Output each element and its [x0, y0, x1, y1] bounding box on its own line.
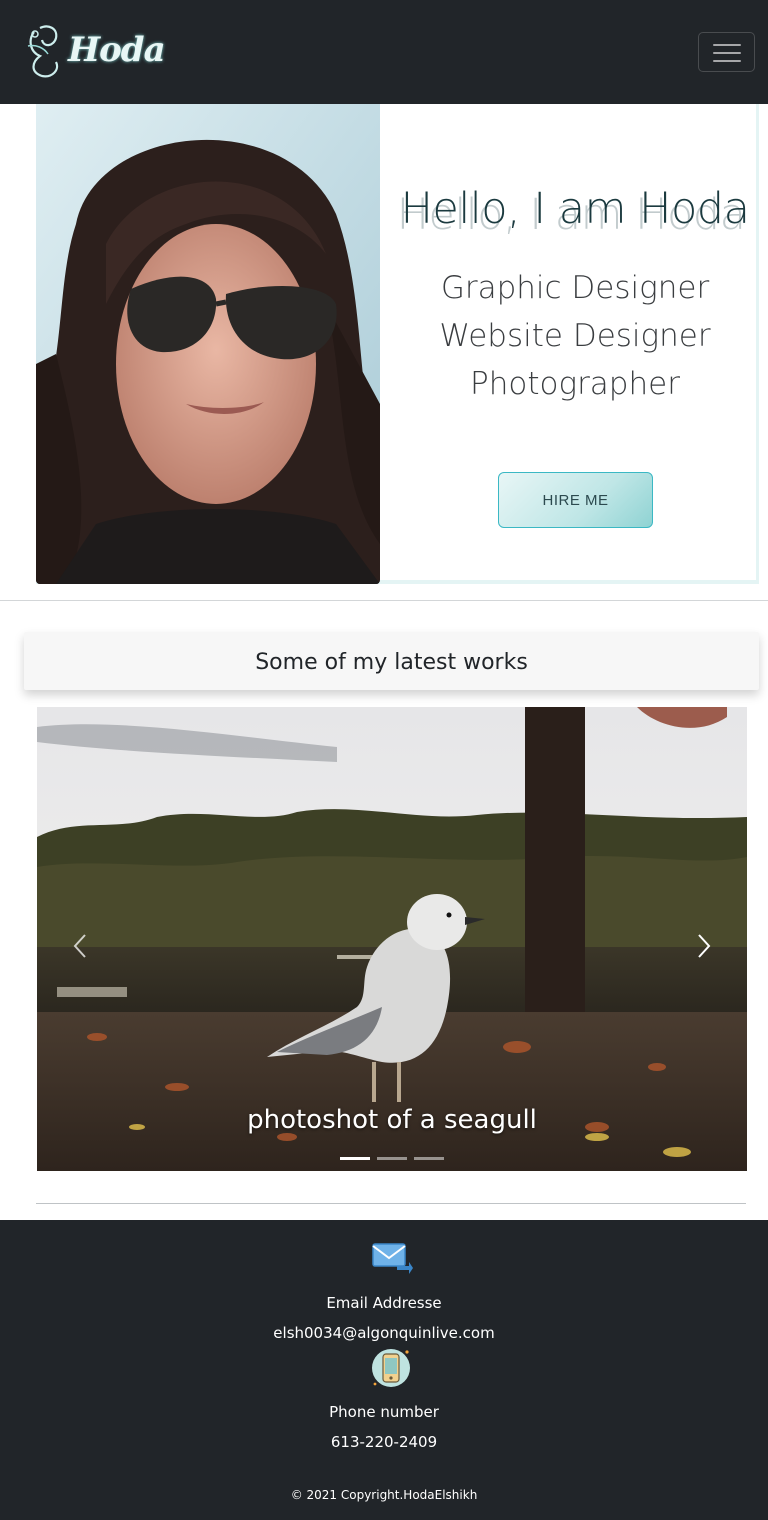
chevron-left-icon[interactable]: [65, 923, 95, 969]
role-item: Graphic Designer: [440, 270, 710, 306]
hero-section: Hello, I am Hoda Graphic Designer Websit…: [36, 104, 759, 584]
works-carousel[interactable]: photoshot of a seagull: [37, 707, 747, 1171]
footer: Email Addresse elsh0034@algonquinlive.co…: [0, 1220, 768, 1520]
copyright-text: © 2021 Copyright.HodaElshikh: [290, 1488, 478, 1502]
role-item: Photographer: [470, 366, 680, 402]
logo-text: Hoda: [68, 30, 166, 70]
carousel-indicators: [340, 1157, 444, 1161]
carousel-indicator[interactable]: [377, 1157, 407, 1160]
carousel-indicator[interactable]: [340, 1157, 370, 1160]
email-label: Email Addresse: [326, 1294, 442, 1312]
email-value[interactable]: elsh0034@algonquinlive.com: [0, 1324, 768, 1342]
logo-flourish-icon: [27, 25, 59, 78]
phone-icon: [372, 1349, 410, 1387]
phone-value[interactable]: 613-220-2409: [0, 1433, 768, 1451]
section-divider: [0, 600, 768, 601]
section-divider: [36, 1203, 746, 1204]
envelope-icon: [372, 1243, 413, 1274]
carousel-slide-image: [37, 707, 747, 1171]
chevron-right-icon[interactable]: [689, 923, 719, 969]
navbar-toggler-button[interactable]: [698, 32, 755, 72]
profile-photo: [36, 104, 380, 584]
navbar: Hoda: [0, 0, 768, 104]
hamburger-icon: [713, 60, 741, 62]
hamburger-icon: [713, 44, 741, 46]
hero-title: Hello, I am Hoda: [400, 184, 750, 234]
role-item: Website Designer: [439, 318, 711, 354]
phone-label: Phone number: [329, 1403, 439, 1421]
works-heading: Some of my latest works: [24, 632, 759, 690]
hamburger-icon: [713, 52, 741, 54]
carousel-caption: photoshot of a seagull: [247, 1105, 537, 1135]
carousel-indicator[interactable]: [414, 1157, 444, 1160]
role-list: Graphic Designer Website Designer Photog…: [380, 264, 768, 408]
brand-logo[interactable]: Hoda: [27, 20, 166, 78]
intro-panel: Hello, I am Hoda Graphic Designer Websit…: [380, 104, 756, 580]
hire-me-button[interactable]: HIRE ME: [498, 472, 653, 528]
